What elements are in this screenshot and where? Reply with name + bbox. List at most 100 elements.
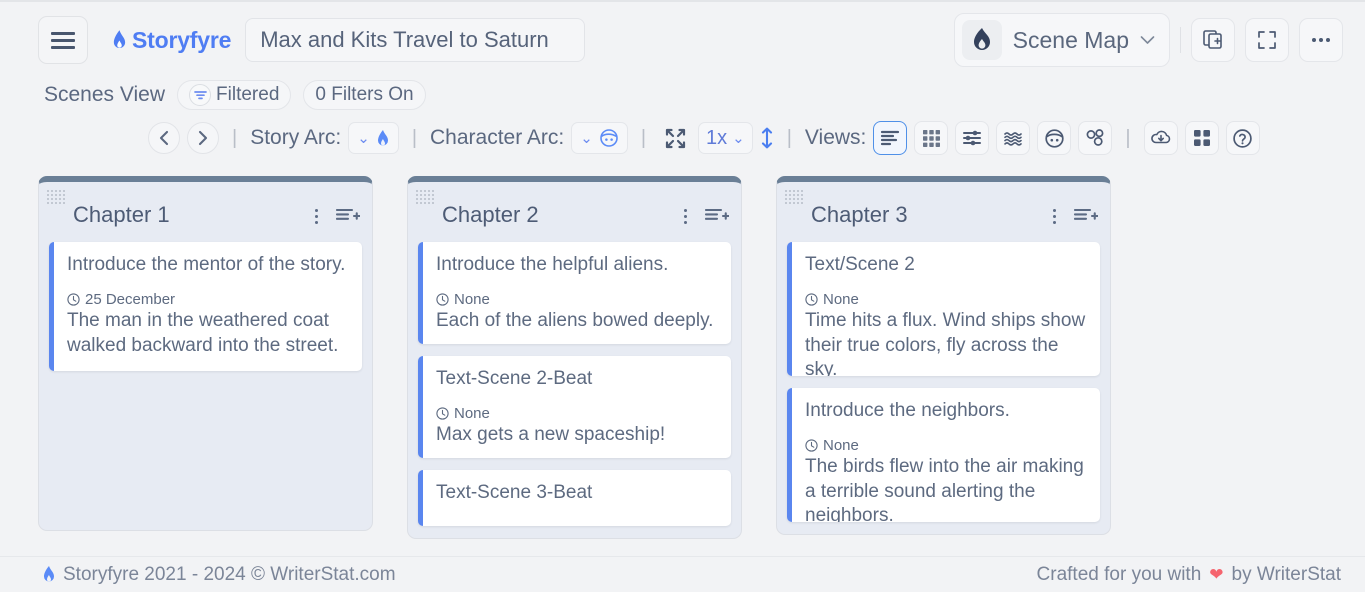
scene-card[interactable]: Introduce the neighbors. None The birds …	[787, 388, 1100, 522]
copy-plus-icon	[1202, 29, 1224, 51]
column-title: Chapter 3	[811, 202, 908, 228]
drag-handle-icon[interactable]	[47, 190, 65, 204]
column-menu-button[interactable]	[311, 207, 322, 226]
view-list-button[interactable]	[873, 121, 907, 155]
expand-scenes-button[interactable]	[659, 122, 691, 154]
scene-card[interactable]: Introduce the helpful aliens. None Each …	[418, 242, 731, 344]
column-actions	[680, 207, 729, 226]
column-menu-button[interactable]	[680, 207, 691, 226]
waves-icon	[1003, 130, 1023, 147]
scene-card-meta: None	[805, 291, 1087, 308]
filters-count-label: 0 Filters On	[315, 84, 413, 106]
board-column[interactable]: Chapter 3 Text/Scene 2 None	[776, 176, 1111, 535]
column-header: Chapter 2	[408, 182, 741, 234]
drag-handle-icon[interactable]	[785, 190, 803, 204]
scene-map-label: Scene Map	[1013, 27, 1129, 54]
drag-handle-icon[interactable]	[416, 190, 434, 204]
more-options-button[interactable]	[1299, 18, 1343, 62]
list-view-icon	[880, 129, 900, 147]
app-brand[interactable]: Storyfyre	[112, 27, 231, 54]
top-bar: Storyfyre Max and Kits Travel to Saturn …	[0, 0, 1365, 78]
column-header: Chapter 3	[777, 182, 1110, 234]
toolbar-separator: |	[232, 127, 237, 150]
scene-card-title: Introduce the helpful aliens.	[436, 253, 718, 277]
scene-card[interactable]: Introduce the mentor of the story. 25 De…	[49, 242, 362, 371]
footer-copyright: Storyfyre 2021 - 2024 © WriterStat.com	[42, 564, 396, 586]
add-scene-icon[interactable]	[705, 207, 729, 225]
filter-icon	[189, 84, 211, 106]
story-arc-label: Story Arc:	[250, 126, 341, 150]
scene-card-body: Each of the aliens bowed deeply.	[436, 309, 718, 333]
filtered-pill[interactable]: Filtered	[177, 80, 291, 110]
add-scene-icon[interactable]	[336, 207, 360, 225]
scene-card-body: The man in the weathered coat walked bac…	[67, 309, 349, 358]
project-title-input[interactable]: Max and Kits Travel to Saturn	[245, 18, 585, 62]
toolbar-separator: |	[1125, 127, 1130, 150]
fullscreen-button[interactable]	[1245, 18, 1289, 62]
character-face-icon	[599, 128, 619, 148]
scene-card-date: 25 December	[85, 291, 175, 308]
footer-credit: Crafted for you with ❤ by WriterStat	[1037, 564, 1341, 586]
scene-card-date: None	[454, 405, 490, 422]
clock-icon	[67, 293, 80, 306]
board-column[interactable]: Chapter 2 Introduce the helpful aliens. …	[407, 176, 742, 539]
zoom-value: 1x	[706, 127, 727, 150]
scene-card[interactable]: Text/Scene 2 None Time hits a flux. Wind…	[787, 242, 1100, 376]
scene-card-date: None	[823, 291, 859, 308]
board-column[interactable]: Chapter 1 Introduce the mentor of the st…	[38, 176, 373, 531]
clock-icon	[805, 293, 818, 306]
view-waves-button[interactable]	[996, 121, 1030, 155]
duplicate-button[interactable]	[1191, 18, 1235, 62]
scene-card-body: Max gets a new spaceship!	[436, 423, 718, 447]
prev-button[interactable]	[148, 122, 180, 154]
view-character-button[interactable]	[1037, 121, 1071, 155]
zoom-selector[interactable]: 1x ⌄	[698, 122, 753, 154]
cloud-download-icon	[1150, 129, 1172, 147]
apps-grid-button[interactable]	[1185, 121, 1219, 155]
column-menu-button[interactable]	[1049, 207, 1060, 226]
scene-card-title: Text-Scene 2-Beat	[436, 367, 718, 391]
next-button[interactable]	[187, 122, 219, 154]
scene-card[interactable]: Text-Scene 2-Beat None Max gets a new sp…	[418, 356, 731, 458]
character-face-icon	[1044, 128, 1065, 149]
scene-card[interactable]: Text-Scene 3-Beat	[418, 470, 731, 526]
flame-icon	[42, 565, 56, 584]
filters-count-pill[interactable]: 0 Filters On	[303, 80, 425, 110]
scenes-view-label: Scenes View	[44, 83, 165, 107]
views-label: Views:	[805, 126, 866, 150]
scene-card-meta: None	[436, 291, 718, 308]
footer-credit-prefix: Crafted for you with	[1037, 564, 1202, 586]
sliders-icon	[962, 129, 982, 147]
cloud-download-button[interactable]	[1144, 121, 1178, 155]
scene-map-selector[interactable]: Scene Map	[954, 13, 1170, 67]
hamburger-bar	[51, 32, 75, 35]
flame-icon	[112, 30, 127, 51]
ellipsis-icon	[1310, 36, 1332, 44]
view-grid-button[interactable]	[914, 121, 948, 155]
chevron-down-icon	[1140, 35, 1155, 45]
scene-card-title: Text/Scene 2	[805, 253, 1087, 277]
character-arc-selector[interactable]: ⌄	[571, 122, 628, 154]
scene-card-meta: None	[436, 405, 718, 422]
scene-toolbar: | Story Arc: ⌄ | Character Arc: ⌄ | 1x ⌄	[0, 112, 1365, 164]
brand-label: Storyfyre	[132, 27, 231, 54]
view-cluster-button[interactable]	[1078, 121, 1112, 155]
vertical-resize-icon[interactable]	[760, 127, 774, 149]
help-button[interactable]	[1226, 121, 1260, 155]
question-circle-icon	[1232, 128, 1253, 149]
scene-card-title: Text-Scene 3-Beat	[436, 481, 718, 505]
hamburger-icon[interactable]	[38, 16, 88, 64]
add-scene-icon[interactable]	[1074, 207, 1098, 225]
toolbar-separator: |	[412, 127, 417, 150]
grid-view-icon	[922, 129, 941, 148]
story-arc-selector[interactable]: ⌄	[348, 122, 399, 154]
character-arc-label: Character Arc:	[430, 126, 564, 150]
arrows-expand-icon	[665, 128, 686, 149]
footer-credit-suffix: by WriterStat	[1232, 564, 1341, 586]
scene-card-date: None	[454, 291, 490, 308]
view-sliders-button[interactable]	[955, 121, 989, 155]
footer: Storyfyre 2021 - 2024 © WriterStat.com C…	[0, 556, 1365, 592]
chevron-down-icon: ⌄	[732, 131, 745, 146]
scene-card-title: Introduce the neighbors.	[805, 399, 1087, 423]
scene-board: Chapter 1 Introduce the mentor of the st…	[0, 164, 1365, 524]
